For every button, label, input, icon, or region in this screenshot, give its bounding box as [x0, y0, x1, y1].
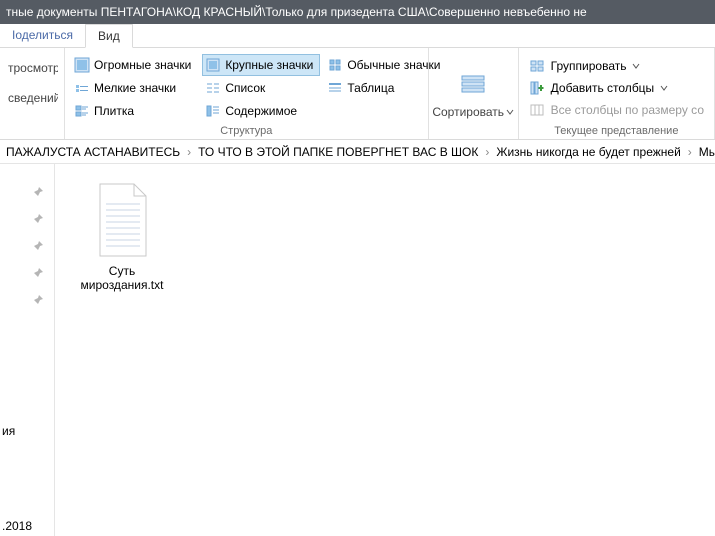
breadcrumb-segment[interactable]: ТО ЧТО В ЭТОЙ ПАПКЕ ПОВЕРГНЕТ ВАС В ШОК	[192, 145, 484, 159]
main-area: ия .2018 Суть мироздания.txt	[0, 164, 715, 536]
preview-pane-button[interactable]: тросмотра	[6, 54, 58, 82]
add-columns-label: Добавить столбцы	[551, 81, 655, 95]
small-icons-icon	[74, 80, 90, 96]
view-large-icons[interactable]: Крупные значки	[202, 54, 320, 76]
ribbon: тросмотра сведений Огромные значки	[0, 48, 715, 140]
breadcrumb-bar[interactable]: ПАЖАЛУСТА АСТАНАВИТЕСЬ › ТО ЧТО В ЭТОЙ П…	[0, 140, 715, 164]
window-titlebar: тные документы ПЕНТАГОНА\КОД КРАСНЫЙ\Тол…	[0, 0, 715, 24]
panes-caption	[6, 135, 58, 137]
add-columns-button[interactable]: Добавить столбцы	[525, 78, 708, 98]
group-by-icon	[529, 58, 545, 74]
details-pane-label: сведений	[8, 91, 58, 105]
breadcrumb-segment[interactable]: Жизнь никогда не будет прежней	[490, 145, 686, 159]
group-by-label: Группировать	[551, 59, 627, 73]
ribbon-group-panes: тросмотра сведений	[0, 48, 65, 139]
sort-icon	[457, 72, 489, 103]
view-tiles[interactable]: Плитка	[71, 100, 198, 122]
pin-icon	[32, 240, 44, 255]
view-content[interactable]: Содержимое	[202, 100, 320, 122]
tab-view-label: Вид	[98, 29, 120, 43]
file-item[interactable]: Суть мироздания.txt	[79, 180, 165, 293]
sort-button[interactable]: Сортировать	[432, 105, 514, 119]
tab-share-label: Іоделиться	[12, 28, 73, 42]
nav-item-fragment[interactable]: ия	[0, 424, 15, 438]
view-extra-large-icons[interactable]: Огромные значки	[71, 54, 198, 76]
add-columns-icon	[529, 80, 545, 96]
medium-icons-icon	[327, 57, 343, 73]
view-list-label: Список	[225, 81, 265, 95]
details-pane-button[interactable]: сведений	[6, 84, 58, 112]
view-small-label: Мелкие значки	[94, 81, 176, 95]
details-icon	[327, 80, 343, 96]
view-content-label: Содержимое	[225, 104, 297, 118]
view-list[interactable]: Список	[202, 77, 320, 99]
large-icons-icon	[205, 57, 221, 73]
current-view-caption: Текущее представление	[525, 123, 708, 137]
file-name-label: Суть мироздания.txt	[79, 264, 165, 293]
view-large-label: Крупные значки	[225, 58, 313, 72]
file-list-pane[interactable]: Суть мироздания.txt	[55, 164, 715, 536]
extra-large-icons-icon	[74, 57, 90, 73]
view-medium-label: Обычные значки	[347, 58, 440, 72]
view-small-icons[interactable]: Мелкие значки	[71, 77, 198, 99]
size-columns-label: Все столбцы по размеру со	[551, 103, 704, 117]
view-extra-large-label: Огромные значки	[94, 58, 191, 72]
view-details-label: Таблица	[347, 81, 394, 95]
chevron-down-icon	[506, 108, 514, 116]
size-columns-icon	[529, 102, 545, 118]
sort-label: Сортировать	[432, 105, 504, 119]
pin-icon	[32, 213, 44, 228]
view-tiles-label: Плитка	[94, 104, 134, 118]
layout-caption: Структура	[71, 123, 422, 137]
chevron-down-icon	[632, 62, 640, 70]
ribbon-tabstrip: Іоделиться Вид	[0, 24, 715, 48]
tiles-icon	[74, 103, 90, 119]
preview-pane-label: тросмотра	[8, 61, 58, 75]
pin-icon	[32, 294, 44, 309]
navigation-pane[interactable]: ия .2018	[0, 164, 55, 536]
pin-icon	[32, 186, 44, 201]
content-icon	[205, 103, 221, 119]
ribbon-group-current-view: Группировать Добавить столбцы Все столбц…	[519, 48, 715, 139]
ribbon-group-sort: Сортировать	[429, 48, 519, 139]
group-by-button[interactable]: Группировать	[525, 56, 708, 76]
tab-share[interactable]: Іоделиться	[0, 23, 85, 47]
tab-view[interactable]: Вид	[85, 24, 133, 48]
ribbon-group-layout: Огромные значки Крупные значки Обычные з…	[65, 48, 429, 139]
sort-caption	[435, 135, 512, 137]
list-icon	[205, 80, 221, 96]
size-columns-button: Все столбцы по размеру со	[525, 100, 708, 120]
nav-item-fragment[interactable]: .2018	[0, 519, 32, 533]
breadcrumb-segment[interactable]: ПАЖАЛУСТА АСТАНАВИТЕСЬ	[0, 145, 186, 159]
window-title: тные документы ПЕНТАГОНА\КОД КРАСНЫЙ\Тол…	[6, 5, 587, 19]
breadcrumb-segment[interactable]: Мы в	[693, 145, 715, 159]
pin-icon	[32, 267, 44, 282]
chevron-down-icon	[660, 84, 668, 92]
text-file-icon	[90, 180, 154, 260]
